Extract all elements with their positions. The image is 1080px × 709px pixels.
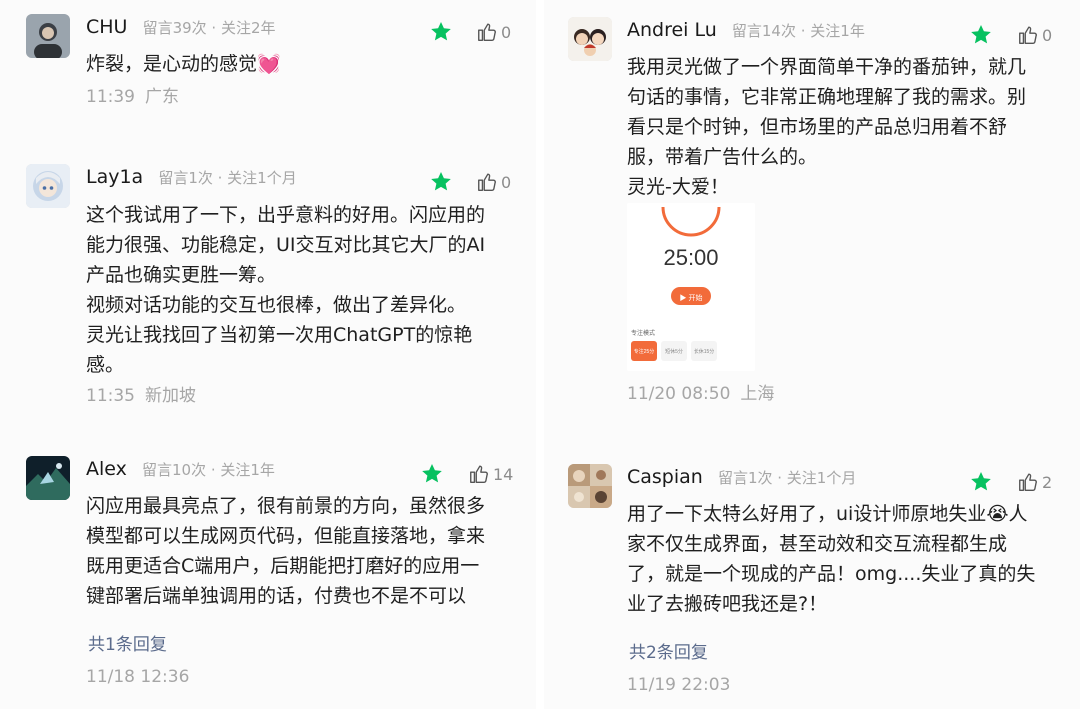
avatar[interactable] (26, 456, 70, 500)
star-icon[interactable] (429, 170, 453, 194)
view-replies-link[interactable]: 共2条回复 (629, 638, 708, 663)
comment-time: 11/20 08:50 上海 (627, 379, 774, 404)
pomodoro-timer-image: 25:00 ▶ 开始 专注模式 专注25分 短休5分 长休15分 (627, 203, 755, 371)
avatar[interactable] (26, 164, 70, 208)
star-icon[interactable] (429, 20, 453, 44)
like-count: 0 (1042, 25, 1053, 45)
star-icon[interactable] (969, 470, 993, 494)
right-comment-column: Andrei Lu 留言14次 · 关注1年 0 我用灵光做了一个界面简单干净的… (544, 0, 1080, 709)
timestamp: 11/19 22:03 (627, 675, 731, 695)
like-button[interactable]: 2 (1017, 469, 1052, 495)
star-icon[interactable] (969, 23, 993, 47)
comment-text: 我用灵光做了一个界面简单干净的番茄钟，就几 句话的事情，它非常正确地理解了我的需… (627, 56, 1027, 198)
commenter-name[interactable]: Caspian (627, 466, 703, 488)
commenter-name[interactable]: CHU (86, 16, 127, 38)
comment-text: 炸裂，是心动的感觉💓 (86, 53, 281, 75)
mode-label: 专注模式 (631, 329, 655, 337)
avatar[interactable] (568, 17, 612, 61)
location: 广东 (145, 87, 179, 107)
timestamp: 11/18 12:36 (86, 667, 190, 687)
like-count: 0 (501, 172, 512, 192)
like-button[interactable]: 0 (476, 19, 511, 45)
comment-text: 闪应用最具亮点了，很有前景的方向，虽然很多 模型都可以生成网页代码，但能直接落地… (86, 495, 486, 607)
timestamp: 11/20 08:50 (627, 384, 731, 404)
avatar[interactable] (568, 464, 612, 508)
mode-option: 专注25分 (634, 348, 655, 355)
commenter-meta: 留言1次 · 关注1个月 (717, 468, 857, 487)
comment-time: 11:35 新加坡 (86, 381, 196, 406)
thumbs-up-icon (1019, 473, 1037, 491)
star-icon[interactable] (420, 462, 444, 486)
like-count: 0 (501, 22, 512, 42)
mode-option: 长休15分 (694, 348, 715, 355)
attached-screenshot[interactable]: 25:00 ▶ 开始 专注模式 专注25分 短休5分 长休15分 (627, 203, 755, 371)
comment-time: 11/19 22:03 (627, 675, 730, 695)
like-count: 2 (1042, 472, 1053, 492)
like-button[interactable]: 14 (468, 461, 513, 487)
comment-time: 11:39 广东 (86, 82, 179, 107)
left-comment-column: CHU 留言39次 · 关注2年 0 炸裂，是心动的感觉💓 11:39 广东 La… (0, 0, 536, 709)
view-replies-link[interactable]: 共1条回复 (88, 630, 167, 655)
commenter-meta: 留言39次 · 关注2年 (142, 18, 276, 37)
thumbs-up-icon (478, 23, 496, 41)
commenter-name[interactable]: Lay1a (86, 166, 143, 188)
commenter-meta: 留言1次 · 关注1个月 (158, 168, 297, 187)
comment-text: 这个我试用了一下，出乎意料的好用。闪应用的 能力很强、功能稳定，UI交互对比其它… (86, 204, 486, 376)
thumbs-up-icon (1019, 26, 1037, 44)
location: 新加坡 (145, 386, 196, 406)
comment-text: 用了一下太特么好用了，ui设计师原地失业😭人 家不仅生成界面，甚至动效和交互流程… (627, 503, 1036, 615)
start-button-label: ▶ 开始 (680, 293, 703, 302)
timestamp: 11:39 (86, 87, 135, 107)
commenter-name[interactable]: Andrei Lu (627, 19, 717, 41)
timer-value: 25:00 (663, 245, 718, 270)
like-count: 14 (493, 464, 514, 484)
like-button[interactable]: 0 (1017, 22, 1052, 48)
location: 上海 (740, 384, 775, 404)
comment-time: 11/18 12:36 (86, 667, 189, 687)
timestamp: 11:35 (86, 386, 135, 406)
mode-option: 短休5分 (665, 348, 683, 355)
thumbs-up-icon (470, 465, 488, 483)
thumbs-up-icon (478, 173, 496, 191)
commenter-name[interactable]: Alex (86, 458, 127, 480)
avatar[interactable] (26, 14, 70, 58)
like-button[interactable]: 0 (476, 169, 511, 195)
commenter-meta: 留言10次 · 关注1年 (141, 460, 275, 479)
commenter-meta: 留言14次 · 关注1年 (731, 21, 865, 40)
